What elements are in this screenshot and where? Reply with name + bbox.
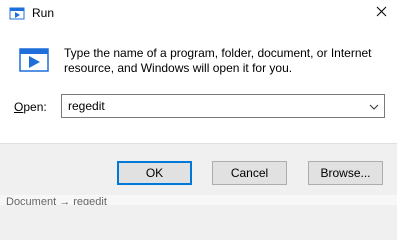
run-program-icon <box>18 45 50 77</box>
dropdown-button[interactable] <box>364 95 384 117</box>
close-button[interactable] <box>366 0 397 26</box>
open-label: Open: <box>14 100 47 114</box>
ok-button[interactable]: OK <box>117 161 192 185</box>
background-text: Document → regedit <box>6 196 107 205</box>
open-label-accelerator: O <box>14 100 24 114</box>
run-app-icon <box>9 5 25 21</box>
run-dialog: Run Type the name of a program, folder, … <box>0 0 397 205</box>
browse-button[interactable]: Browse... <box>308 161 383 185</box>
close-icon <box>376 6 387 20</box>
open-combobox[interactable]: regedit <box>61 94 385 118</box>
open-input[interactable]: regedit <box>68 99 105 113</box>
background-window: Document → regedit <box>0 195 397 205</box>
cancel-button[interactable]: Cancel <box>212 161 287 185</box>
open-label-rest: pen: <box>23 100 47 114</box>
button-bar: OK Cancel Browse... <box>0 143 397 195</box>
title-bar[interactable]: Run <box>0 0 397 26</box>
window-title: Run <box>32 6 55 20</box>
run-description: Type the name of a program, folder, docu… <box>64 46 372 75</box>
chevron-down-icon <box>369 99 379 113</box>
